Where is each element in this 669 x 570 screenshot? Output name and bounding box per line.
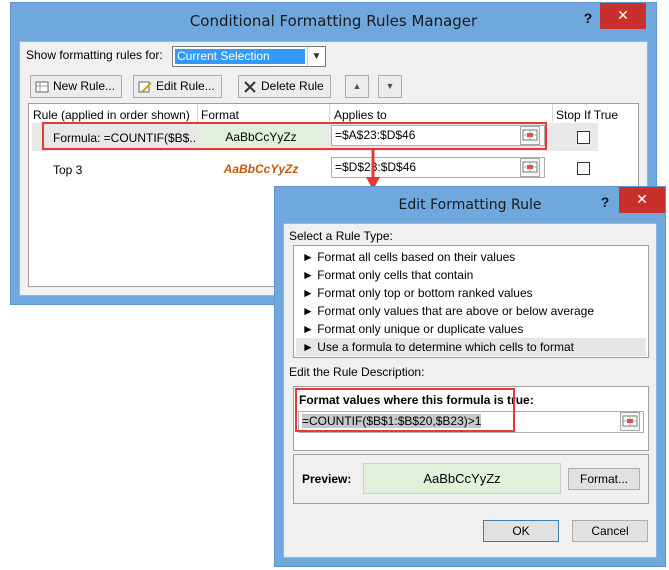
rule-type-item[interactable]: ► Format only values that are above or b… <box>296 302 646 320</box>
format-button[interactable]: Format... <box>568 468 640 490</box>
range-select-button[interactable] <box>520 158 540 177</box>
delete-rule-button[interactable]: Delete Rule <box>238 75 331 98</box>
edit-rule-icon <box>138 80 152 94</box>
col-divider <box>329 104 330 122</box>
close-button[interactable]: ✕ <box>600 3 646 29</box>
arrow-up-icon: ▲ <box>352 81 362 91</box>
rule-description-group: Format values where this formula is true… <box>293 386 649 451</box>
preview-sample: AaBbCcYyZz <box>363 463 561 494</box>
highlight-box <box>295 388 515 432</box>
help-button[interactable]: ? <box>595 193 615 211</box>
select-rule-type-label: Select a Rule Type: <box>289 229 393 243</box>
close-button[interactable]: ✕ <box>619 187 665 213</box>
move-up-button[interactable]: ▲ <box>345 75 369 98</box>
range-select-icon <box>622 415 638 427</box>
edit-description-label: Edit the Rule Description: <box>289 365 425 379</box>
new-rule-icon <box>35 80 49 94</box>
highlight-box <box>42 122 547 150</box>
edit-rule-button[interactable]: Edit Rule... <box>133 75 222 98</box>
rules-manager-title: Conditional Formatting Rules Manager <box>189 12 478 30</box>
edit-rule-dialog: Edit Formatting Rule ? ✕ Select a Rule T… <box>274 186 666 567</box>
col-header-rule: Rule (applied in order shown) <box>33 108 190 122</box>
arrow-down-icon: ▼ <box>385 81 395 91</box>
delete-icon <box>243 80 257 94</box>
rule-type-item[interactable]: ► Format only top or bottom ranked value… <box>296 284 646 302</box>
show-rules-label: Show formatting rules for: <box>26 48 163 62</box>
edit-rule-titlebar: Edit Formatting Rule ? ✕ <box>275 187 665 223</box>
edit-rule-label: Edit Rule... <box>156 79 215 93</box>
stop-if-true-checkbox[interactable] <box>577 162 590 175</box>
range-select-icon <box>522 161 538 173</box>
new-rule-label: New Rule... <box>53 79 116 93</box>
col-header-stop-if-true: Stop If True <box>556 108 619 122</box>
rule-type-item[interactable]: ► Format all cells based on their values <box>296 248 646 266</box>
delete-rule-label: Delete Rule <box>261 79 324 93</box>
rules-manager-titlebar: Conditional Formatting Rules Manager ? ✕ <box>11 3 656 39</box>
rule-type-list: ► Format all cells based on their values… <box>293 245 649 358</box>
rule-name: Top 3 <box>53 163 83 177</box>
rule-type-item[interactable]: ► Format only unique or duplicate values <box>296 320 646 338</box>
cancel-button[interactable]: Cancel <box>572 520 648 542</box>
show-rules-dropdown[interactable]: Current Selection ▼ <box>172 46 326 67</box>
format-preview: AaBbCcYyZz <box>223 162 299 176</box>
show-rules-value: Current Selection <box>175 49 305 64</box>
rule-type-item-selected[interactable]: ► Use a formula to determine which cells… <box>296 338 646 356</box>
stop-if-true-checkbox[interactable] <box>577 131 590 144</box>
col-divider <box>552 104 553 122</box>
preview-group: Preview: AaBbCcYyZz Format... <box>293 454 649 504</box>
edit-rule-body: Select a Rule Type: ► Format all cells b… <box>283 223 657 558</box>
preview-label: Preview: <box>302 472 352 486</box>
rule-type-item[interactable]: ► Format only cells that contain <box>296 266 646 284</box>
move-down-button[interactable]: ▼ <box>378 75 402 98</box>
new-rule-button[interactable]: New Rule... <box>30 75 123 98</box>
range-select-button[interactable] <box>620 412 640 431</box>
help-button[interactable]: ? <box>578 9 598 27</box>
chevron-down-icon: ▼ <box>307 47 325 66</box>
col-header-applies-to: Applies to <box>334 108 387 122</box>
col-divider <box>197 104 198 122</box>
ok-button[interactable]: OK <box>483 520 559 542</box>
col-header-format: Format <box>201 108 240 122</box>
